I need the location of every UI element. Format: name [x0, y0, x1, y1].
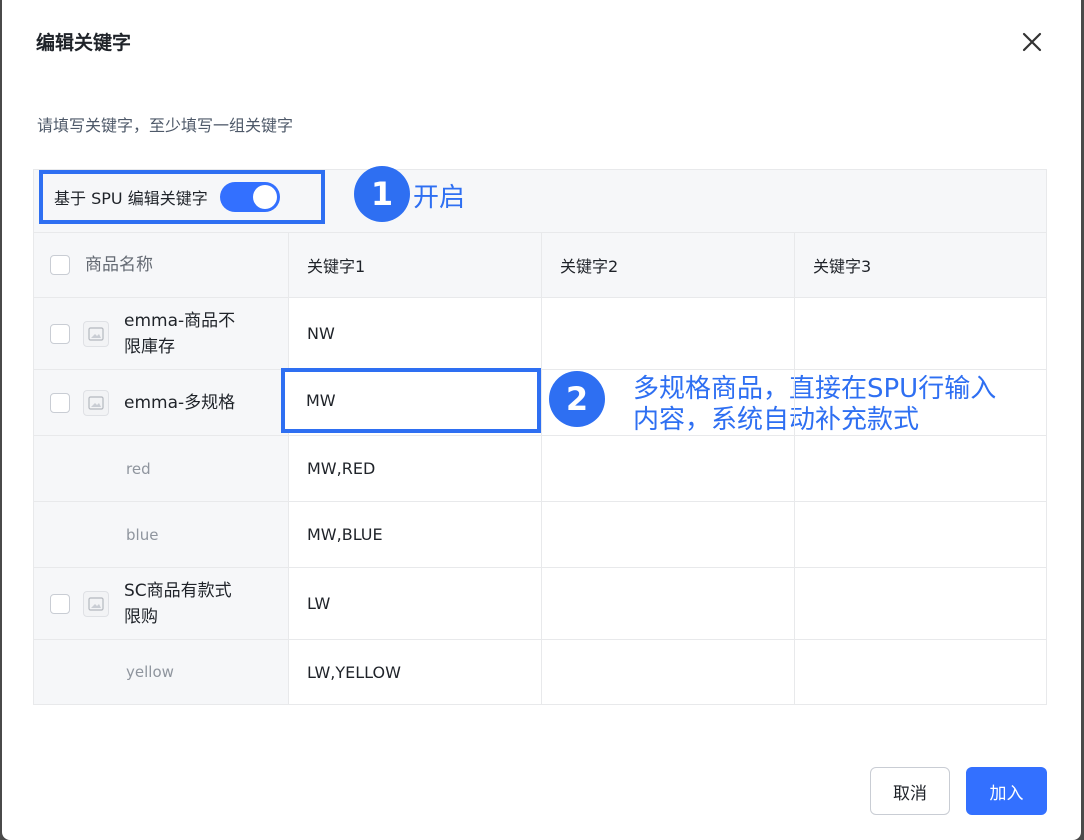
- keyword-2-input[interactable]: [542, 298, 795, 369]
- row-checkbox[interactable]: [50, 392, 70, 413]
- image-placeholder-icon: [83, 320, 109, 347]
- keyword-3-input[interactable]: [795, 370, 1046, 435]
- header-keyword-2: 关键字2: [542, 233, 795, 297]
- step-1-text: 开启: [413, 183, 466, 213]
- hint-text: 请填写关键字，至少填写一组关键字: [37, 116, 294, 135]
- keyword-1-input[interactable]: MW,RED: [289, 436, 542, 501]
- keyword-2-input[interactable]: [542, 370, 795, 435]
- table-row: blue MW,BLUE: [34, 501, 1046, 567]
- variant-cell: blue: [34, 502, 289, 567]
- add-button[interactable]: 加入: [966, 767, 1047, 815]
- keyword-2-input[interactable]: [542, 640, 795, 704]
- keywords-table: 商品名称 关键字1 关键字2 关键字3 emma-商品不 限庫存 NW emma-…: [33, 232, 1047, 705]
- product-cell: SC商品有款式 限购: [34, 568, 289, 639]
- keyword-1-input[interactable]: NW: [289, 298, 542, 369]
- product-cell: emma-多规格: [34, 370, 289, 435]
- spu-toggle-label: 基于 SPU 编辑关键字: [54, 189, 208, 208]
- header-product-name: 商品名称: [34, 233, 289, 297]
- image-placeholder-icon: [83, 389, 109, 416]
- table-header-row: 商品名称 关键字1 关键字2 关键字3: [34, 232, 1046, 297]
- select-all-checkbox[interactable]: [50, 255, 70, 275]
- modal-title: 编辑关键字: [36, 32, 132, 54]
- keyword-1-input[interactable]: MW,BLUE: [289, 502, 542, 567]
- keyword-3-input[interactable]: [795, 436, 1046, 501]
- variant-cell: yellow: [34, 640, 289, 704]
- keyword-3-input[interactable]: [795, 298, 1046, 369]
- close-icon[interactable]: [1018, 28, 1046, 56]
- spu-toggle-group: 基于 SPU 编辑关键字: [39, 170, 325, 224]
- switch-knob: [252, 185, 277, 209]
- header-keyword-1: 关键字1: [289, 233, 542, 297]
- step-badge-1: 1: [354, 166, 410, 222]
- row-checkbox[interactable]: [50, 593, 70, 614]
- keyword-3-input[interactable]: [795, 568, 1046, 639]
- keyword-2-input[interactable]: [542, 436, 795, 501]
- table-row: yellow LW,YELLOW: [34, 639, 1046, 704]
- cancel-button[interactable]: 取消: [870, 767, 950, 815]
- row-checkbox[interactable]: [50, 323, 70, 344]
- image-placeholder-icon: [83, 590, 109, 617]
- header-keyword-3: 关键字3: [795, 233, 1046, 297]
- table-row: red MW,RED: [34, 435, 1046, 501]
- spu-toggle-switch[interactable]: [219, 182, 280, 212]
- table-row: emma-商品不 限庫存 NW: [34, 297, 1046, 369]
- highlighted-keyword-value[interactable]: MW: [306, 391, 336, 410]
- keyword-2-input[interactable]: [542, 568, 795, 639]
- keyword-3-input[interactable]: [795, 640, 1046, 704]
- product-cell: emma-商品不 限庫存: [34, 298, 289, 369]
- keyword-2-input[interactable]: [542, 502, 795, 567]
- keyword-3-input[interactable]: [795, 502, 1046, 567]
- variant-cell: red: [34, 436, 289, 501]
- table-row: SC商品有款式 限购 LW: [34, 567, 1046, 639]
- keyword-1-input[interactable]: LW,YELLOW: [289, 640, 542, 704]
- keyword-1-input[interactable]: LW: [289, 568, 542, 639]
